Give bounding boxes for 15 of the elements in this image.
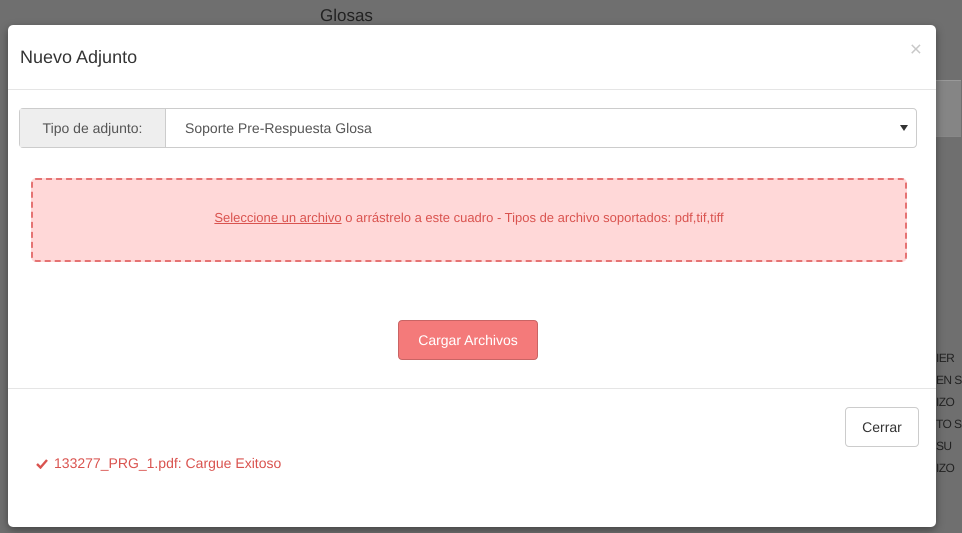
upload-status-text: 133277_PRG_1.pdf: Cargue Exitoso bbox=[54, 455, 282, 471]
background-text: IZO bbox=[936, 394, 956, 411]
background-text: EN S bbox=[936, 372, 961, 389]
background-text: IZO bbox=[936, 460, 956, 477]
background-text: SU bbox=[936, 438, 952, 455]
dropzone-text: Seleccione un archivo o arrástrelo a este cuadro - Tipos de archivo soportados: pdf,tif,tiff bbox=[214, 210, 724, 224]
close-dialog-button[interactable]: Cerrar bbox=[845, 407, 919, 447]
page-title: Glosas bbox=[320, 5, 373, 27]
modal-title: Nuevo Adjunto bbox=[20, 46, 138, 68]
close-button[interactable]: × bbox=[910, 38, 922, 62]
select-file-link[interactable]: Seleccione un archivo bbox=[214, 210, 342, 224]
background-text: TO S bbox=[936, 416, 961, 433]
upload-button[interactable]: Cargar Archivos bbox=[398, 320, 538, 360]
dropzone[interactable]: Seleccione un archivo o arrástrelo a este cuadro - Tipos de archivo soportados: pdf,tif,tiff bbox=[31, 178, 907, 262]
background-text: IER bbox=[936, 350, 956, 367]
